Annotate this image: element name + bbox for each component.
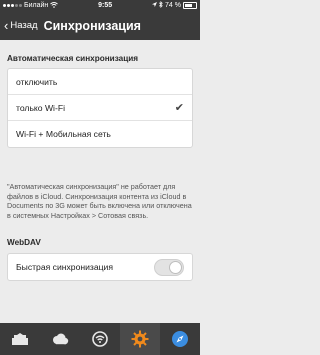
toggle-knob [169, 260, 182, 274]
navigation-bar: ‹ Назад Синхронизация [0, 11, 200, 40]
tab-documents[interactable] [0, 323, 40, 355]
status-bar-right: 74 % [152, 0, 197, 10]
clock: 9:55 [98, 2, 113, 9]
tab-cloud[interactable] [40, 323, 80, 355]
battery-icon [183, 2, 197, 9]
checkmark-icon: ✔ [174, 102, 184, 114]
cloud-icon [51, 333, 69, 345]
gear-icon [131, 330, 149, 348]
tab-settings[interactable] [120, 323, 160, 355]
battery-percent: 74 % [165, 2, 181, 9]
fast-sync-label: Быстрая синхронизация [16, 262, 113, 272]
signal-strength-icon [3, 4, 22, 7]
auto-sync-footnote: "Автоматическая синхронизация" не работа… [7, 182, 192, 220]
webdav-options: Быстрая синхронизация [7, 253, 193, 281]
status-bar-left: Билайн [3, 1, 59, 10]
documents-icon [11, 332, 29, 346]
carrier-label: Билайн [24, 2, 49, 9]
back-button[interactable]: ‹ Назад [4, 17, 38, 33]
option-row-wifi-cellular[interactable]: Wi-Fi + Мобильная сеть [8, 121, 192, 147]
tab-browser[interactable] [160, 323, 200, 355]
wifi-icon [91, 331, 109, 347]
tab-wifi[interactable] [80, 323, 120, 355]
webdav-section-header: WebDAV [7, 238, 41, 247]
wifi-status-icon [50, 1, 59, 10]
back-button-label: Назад [10, 20, 38, 31]
option-label: Wi-Fi + Мобильная сеть [16, 129, 111, 139]
option-label: отключить [16, 76, 58, 87]
option-label: только Wi-Fi [16, 102, 65, 113]
option-row-wifi-only[interactable]: только Wi-Fi ✔ [8, 95, 192, 121]
page-title: Синхронизация [43, 18, 141, 33]
compass-icon [171, 330, 189, 348]
auto-sync-section-header: Автоматическая синхронизация [7, 54, 139, 63]
status-bar: Билайн 9:55 74 % [0, 0, 200, 11]
fast-sync-row: Быстрая синхронизация [8, 254, 192, 280]
tab-bar [0, 323, 200, 355]
bluetooth-icon [159, 0, 163, 10]
fast-sync-toggle[interactable] [154, 258, 184, 276]
location-icon [152, 2, 158, 9]
option-row-off[interactable]: отключить [8, 69, 192, 95]
auto-sync-options: отключить только Wi-Fi ✔ Wi-Fi + Мобильн… [7, 68, 193, 148]
chevron-left-icon: ‹ [4, 17, 9, 33]
